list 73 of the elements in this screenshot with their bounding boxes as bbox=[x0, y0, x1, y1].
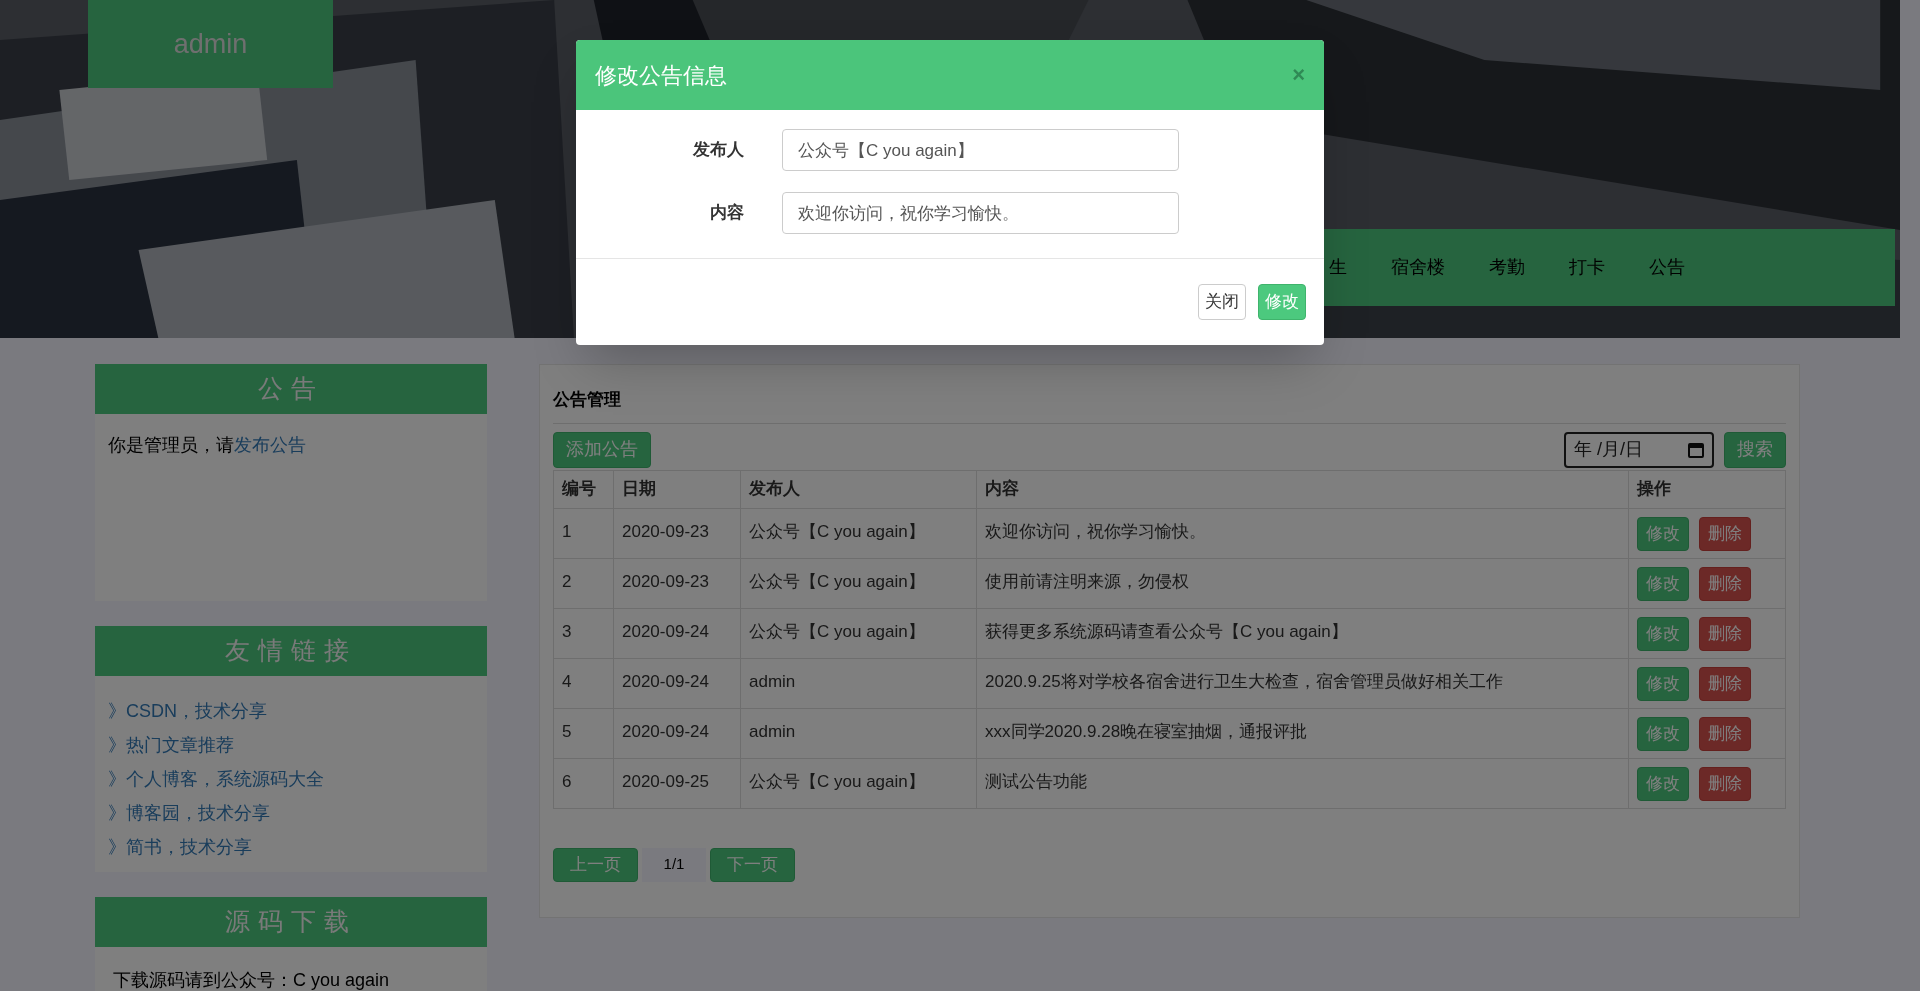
edit-button[interactable]: 修改 bbox=[1637, 766, 1689, 801]
table-cell: 2 bbox=[553, 558, 614, 608]
delete-button[interactable]: 删除 bbox=[1699, 666, 1751, 701]
delete-button[interactable]: 删除 bbox=[1699, 516, 1751, 551]
table-cell: 2020-09-23 bbox=[613, 508, 741, 558]
next-page-button[interactable]: 下一页 bbox=[710, 847, 795, 882]
dialog-title: 修改公告信息 bbox=[595, 61, 727, 90]
delete-button[interactable]: 删除 bbox=[1699, 566, 1751, 601]
friend-link[interactable]: 》热门文章推荐 bbox=[108, 728, 474, 762]
table-cell: 使用前请注明来源，勿侵权 bbox=[976, 558, 1629, 608]
prev-page-button[interactable]: 上一页 bbox=[553, 847, 638, 882]
table-cell: 测试公告功能 bbox=[976, 758, 1629, 808]
nav-link[interactable]: 宿舍楼 bbox=[1391, 254, 1445, 281]
table-cell: 2020-09-24 bbox=[613, 658, 741, 708]
table-cell: 2020-09-24 bbox=[613, 608, 741, 658]
panel-title: 源码下载 bbox=[95, 897, 487, 947]
friend-link[interactable]: 》CSDN，技术分享 bbox=[108, 694, 474, 728]
panel-title: 友情链接 bbox=[95, 626, 487, 676]
notice-text: 你是管理员，请 bbox=[108, 435, 234, 455]
column-header: 日期 bbox=[613, 470, 741, 508]
table-cell: admin bbox=[740, 658, 977, 708]
download-text: 下载源码请到公众号：C you again bbox=[113, 970, 390, 990]
table-cell: 公众号【C you again】 bbox=[740, 758, 977, 808]
edit-button[interactable]: 修改 bbox=[1637, 716, 1689, 751]
nav-link[interactable]: 考勤 bbox=[1489, 254, 1525, 281]
table-cell: 2020-09-24 bbox=[613, 708, 741, 758]
add-button[interactable]: 添加公告 bbox=[553, 431, 651, 468]
page-indicator: 1/1 bbox=[642, 847, 706, 882]
search-button[interactable]: 搜索 bbox=[1724, 431, 1786, 468]
friend-link[interactable]: 》博客园，技术分享 bbox=[108, 796, 474, 830]
nav-link[interactable]: 公告 bbox=[1649, 254, 1685, 281]
field-label: 发布人 bbox=[692, 139, 744, 162]
delete-button[interactable]: 删除 bbox=[1699, 716, 1751, 751]
edit-button[interactable]: 修改 bbox=[1637, 516, 1689, 551]
table-cell: 欢迎你访问，祝你学习愉快。 bbox=[976, 508, 1629, 558]
table-cell: 1 bbox=[553, 508, 614, 558]
field-label: 内容 bbox=[709, 202, 744, 225]
edit-button[interactable]: 修改 bbox=[1637, 616, 1689, 651]
text-field[interactable]: 欢迎你访问，祝你学习愉快。 bbox=[782, 192, 1179, 234]
table-cell: xxx同学2020.9.28晚在寝室抽烟，通报评批 bbox=[976, 708, 1629, 758]
calendar-icon[interactable] bbox=[1688, 441, 1704, 458]
table-cell: 公众号【C you again】 bbox=[740, 608, 977, 658]
publish-link[interactable]: 发布公告 bbox=[234, 435, 306, 455]
save-button[interactable]: 修改 bbox=[1258, 284, 1306, 320]
delete-button[interactable]: 删除 bbox=[1699, 766, 1751, 801]
edit-button[interactable]: 修改 bbox=[1637, 666, 1689, 701]
table-cell: 2020.9.25将对学校各宿舍进行卫生大检查，宿舍管理员做好相关工作 bbox=[976, 658, 1629, 708]
table-cell: 4 bbox=[553, 658, 614, 708]
table-cell: 公众号【C you again】 bbox=[740, 508, 977, 558]
nav-link[interactable]: 打卡 bbox=[1569, 254, 1605, 281]
panel-heading: 公告管理 bbox=[553, 387, 1786, 424]
table-cell: 3 bbox=[553, 608, 614, 658]
table-cell: 5 bbox=[553, 708, 614, 758]
table-cell: 2020-09-23 bbox=[613, 558, 741, 608]
nav-link[interactable]: 生 bbox=[1329, 254, 1347, 281]
table-cell: 6 bbox=[553, 758, 614, 808]
table-cell: admin bbox=[740, 708, 977, 758]
brand-logo[interactable]: admin bbox=[88, 0, 333, 88]
text-field[interactable]: 公众号【C you again】 bbox=[782, 129, 1179, 171]
table-cell: 2020-09-25 bbox=[613, 758, 741, 808]
close-button[interactable]: 关闭 bbox=[1198, 284, 1246, 320]
column-header: 编号 bbox=[553, 470, 614, 508]
table-cell: 获得更多系统源码请查看公众号【C you again】 bbox=[976, 608, 1629, 658]
date-field[interactable]: 年 /月/日 bbox=[1564, 431, 1714, 468]
friend-link[interactable]: 》个人博客，系统源码大全 bbox=[108, 762, 474, 796]
friend-link[interactable]: 》简书，技术分享 bbox=[108, 830, 474, 864]
column-header: 发布人 bbox=[740, 470, 977, 508]
table-cell: 公众号【C you again】 bbox=[740, 558, 977, 608]
column-header: 内容 bbox=[976, 470, 1629, 508]
column-header: 操作 bbox=[1628, 470, 1786, 508]
edit-button[interactable]: 修改 bbox=[1637, 566, 1689, 601]
panel-title: 公告 bbox=[95, 364, 487, 414]
delete-button[interactable]: 删除 bbox=[1699, 616, 1751, 651]
